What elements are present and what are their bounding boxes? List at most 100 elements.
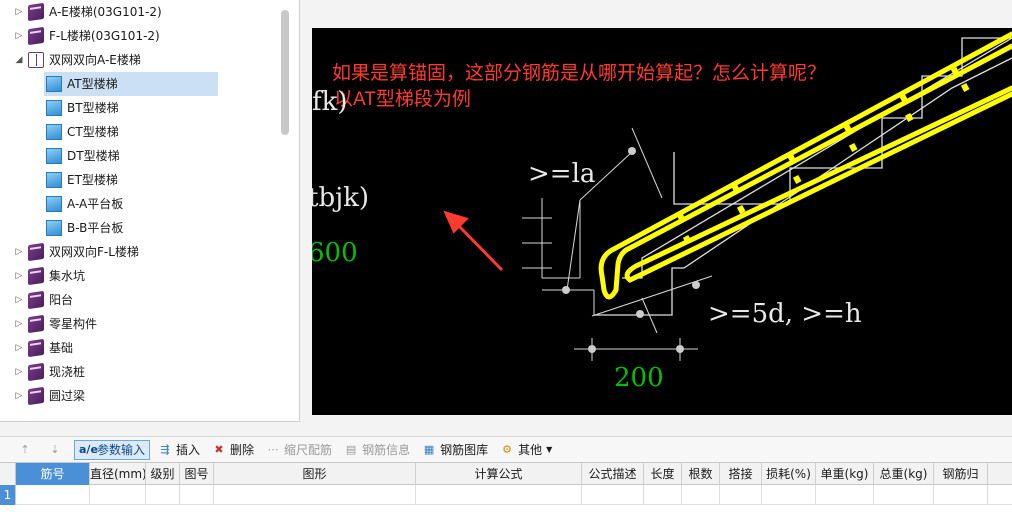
table-cell[interactable] (582, 485, 644, 505)
file-icon (46, 220, 62, 236)
collapsed-arrow-icon[interactable]: ▷ (12, 240, 26, 264)
tree-item-label: 基础 (49, 341, 74, 355)
column-header[interactable]: 级别 (146, 463, 180, 485)
insert-label: 插入 (176, 443, 201, 457)
collapsed-arrow-icon[interactable]: ▷ (12, 0, 26, 24)
row-header-corner (0, 463, 16, 485)
table-cell[interactable] (16, 485, 90, 505)
tree-item[interactable]: ▷ 基础 (12, 336, 296, 360)
param-input-button[interactable]: a/e 参数输入 (74, 439, 151, 460)
table-cell[interactable] (90, 485, 146, 505)
column-header[interactable]: 图形 (214, 463, 416, 485)
table-cell[interactable] (720, 485, 762, 505)
table-cell[interactable] (644, 485, 682, 505)
column-header[interactable]: 总重(kg) (874, 463, 934, 485)
tree-item[interactable]: ▷ F-L楼梯(03G101-2) (12, 24, 296, 48)
component-tree-panel: ▷ A-E楼梯(03G101-2) ▷ F-L楼梯(03G101-2) ◢ 双网双向A-E… (0, 0, 300, 422)
file-icon (46, 172, 62, 188)
other-icon: ⚙ (502, 442, 513, 456)
tree-item-label: A-E楼梯(03G101-2) (49, 5, 162, 19)
question-text-line2: 以AT型梯段为例 (334, 88, 471, 110)
book-icon (28, 362, 44, 382)
rebar-library-button[interactable]: ▦ 钢筋图库 (418, 440, 492, 460)
column-header[interactable]: 计算公式 (416, 463, 582, 485)
tree-item[interactable]: ▷ 阳台 (12, 288, 296, 312)
column-header[interactable]: 图号 (180, 463, 214, 485)
tree-item[interactable]: ◢ 双网双向A-E楼梯 (12, 48, 296, 72)
app-window: ▷ A-E楼梯(03G101-2) ▷ F-L楼梯(03G101-2) ◢ 双网双向A-E… (0, 0, 1012, 519)
table-row[interactable]: 1 (0, 485, 1012, 505)
scale-rebar-button[interactable]: ⋯ 缩尺配筋 (262, 440, 336, 460)
rebar-toolbar: ⇡ ⇣ a/e 参数输入 ⇶ 插入 ✖ 删除 ⋯ 缩尺配筋 ▤ 钢筋信息 ▦ 钢筋图库 ⚙ 其… (0, 436, 1012, 462)
book-icon (28, 242, 44, 262)
table-cell[interactable] (416, 485, 582, 505)
tree-item[interactable]: BT型楼梯 (44, 96, 296, 120)
tree-scrollbar-thumb[interactable] (281, 10, 289, 135)
table-cell[interactable] (816, 485, 874, 505)
tree-item[interactable]: ▷ 现浇桩 (12, 360, 296, 384)
table-cell[interactable] (214, 485, 416, 505)
label-fk: fk) (312, 87, 348, 117)
move-down-icon: ⇣ (50, 442, 60, 456)
tree-item[interactable]: ▷ 集水坑 (12, 264, 296, 288)
row-number[interactable]: 1 (0, 485, 16, 505)
table-cell[interactable] (682, 485, 720, 505)
tree-item[interactable]: AT型楼梯 (44, 72, 218, 96)
tree-item-label: 双网双向A-E楼梯 (49, 53, 141, 67)
column-header[interactable]: 长度 (644, 463, 682, 485)
table-cell[interactable] (762, 485, 816, 505)
column-header[interactable]: 筋号 (16, 463, 90, 485)
collapsed-arrow-icon[interactable]: ▷ (12, 264, 26, 288)
tree-item[interactable]: ▷ A-E楼梯(03G101-2) (12, 0, 296, 24)
collapsed-arrow-icon[interactable]: ▷ (12, 336, 26, 360)
column-header[interactable]: 损耗(%) (762, 463, 816, 485)
drawing-canvas[interactable]: 如果是算锚固，这部分钢筋是从哪开始算起？怎么计算呢？ 以AT型梯段为例 fk) … (312, 28, 1012, 415)
tree-item[interactable]: ▷ 双网双向F-L楼梯 (12, 240, 296, 264)
tree-item-label: 零星构件 (49, 317, 98, 331)
book-icon (28, 314, 44, 334)
insert-button[interactable]: ⇶ 插入 (154, 440, 204, 460)
rebar-info-label: 钢筋信息 (362, 443, 411, 457)
insert-icon: ⇶ (160, 442, 170, 456)
collapsed-arrow-icon[interactable]: ▷ (12, 288, 26, 312)
tree-item[interactable]: ▷ 零星构件 (12, 312, 296, 336)
book-icon (28, 26, 44, 46)
table-cell[interactable] (934, 485, 988, 505)
column-header[interactable]: 单重(kg) (816, 463, 874, 485)
column-header[interactable]: 直径(mm) (90, 463, 146, 485)
tree-item-label: 双网双向F-L楼梯 (49, 245, 139, 259)
collapsed-arrow-icon[interactable]: ▷ (12, 384, 26, 408)
column-header[interactable]: 根数 (682, 463, 720, 485)
tree-item[interactable]: ET型楼梯 (44, 168, 296, 192)
tree-item[interactable]: ▷ 圆过梁 (12, 384, 296, 408)
book-icon (28, 266, 44, 286)
other-menu-button[interactable]: ⚙ 其他 ▼ (496, 440, 556, 460)
tree-item[interactable]: A-A平台板 (44, 192, 296, 216)
other-label: 其他 (518, 443, 543, 457)
column-header[interactable]: 搭接 (720, 463, 762, 485)
move-up-button[interactable]: ⇡ (14, 440, 40, 460)
table-header-row: 筋号 直径(mm) 级别 图号 图形 计算公式 公式描述 长度 根数 搭接 损耗(%) 单重(kg) 总… (0, 463, 1012, 485)
column-header[interactable]: 公式描述 (582, 463, 644, 485)
book-icon (28, 2, 44, 22)
move-down-button[interactable]: ⇣ (44, 440, 70, 460)
file-icon (46, 148, 62, 164)
tree-item[interactable]: CT型楼梯 (44, 120, 296, 144)
tree-item[interactable]: DT型楼梯 (44, 144, 296, 168)
delete-button[interactable]: ✖ 删除 (208, 440, 258, 460)
tree-item-label: 阳台 (49, 293, 74, 307)
tree-item-label: DT型楼梯 (67, 149, 120, 163)
expanded-arrow-icon[interactable]: ◢ (12, 48, 26, 72)
label-5d-h: >=5d, >=h (708, 299, 862, 329)
collapsed-arrow-icon[interactable]: ▷ (12, 312, 26, 336)
tree-item-label: A-A平台板 (67, 197, 124, 211)
rebar-info-button[interactable]: ▤ 钢筋信息 (340, 440, 414, 460)
file-icon (46, 76, 62, 92)
table-cell[interactable] (146, 485, 180, 505)
tree-item[interactable]: B-B平台板 (44, 216, 296, 240)
collapsed-arrow-icon[interactable]: ▷ (12, 360, 26, 384)
column-header[interactable]: 钢筋归 (934, 463, 988, 485)
collapsed-arrow-icon[interactable]: ▷ (12, 24, 26, 48)
table-cell[interactable] (180, 485, 214, 505)
table-cell[interactable] (874, 485, 934, 505)
